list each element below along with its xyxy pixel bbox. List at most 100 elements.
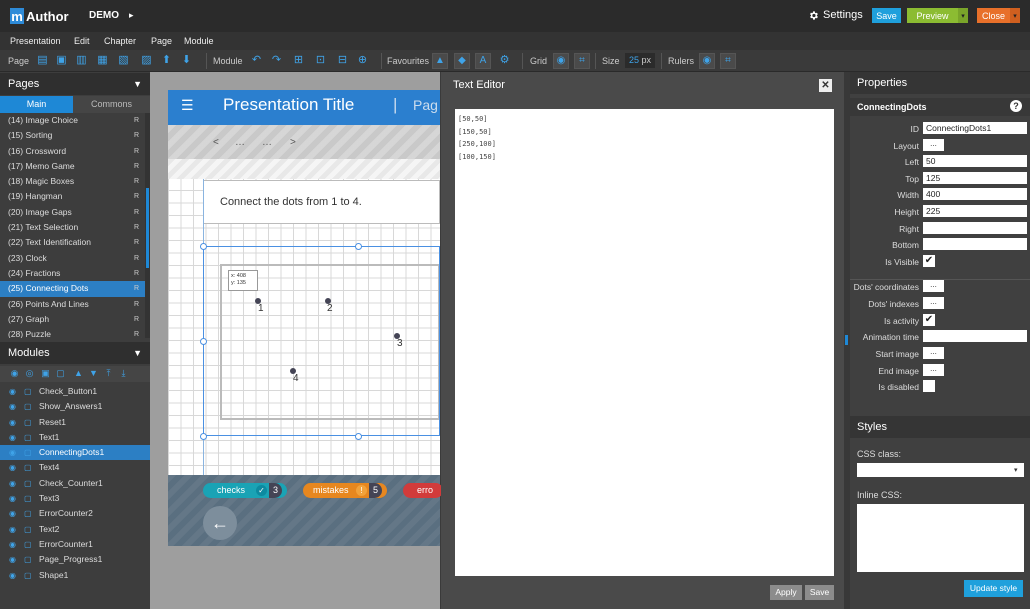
- page-item[interactable]: (18) Magic Boxes R: [0, 174, 145, 189]
- rulers-snap-icon[interactable]: ⌗: [720, 53, 736, 69]
- module-item[interactable]: ◉ ▢ Page_Progress1: [0, 552, 150, 567]
- is-activity-checkbox[interactable]: ✔: [923, 314, 935, 326]
- nav-prev-icon[interactable]: <: [213, 137, 219, 148]
- unlock-icon[interactable]: ▢: [24, 506, 32, 521]
- right-splitter-handle[interactable]: [845, 335, 848, 345]
- align-icon[interactable]: ⊞: [292, 54, 305, 67]
- eye-icon[interactable]: ◉: [9, 506, 16, 521]
- apply-button[interactable]: Apply: [770, 585, 802, 600]
- editor-save-button[interactable]: Save: [805, 585, 834, 600]
- preview-button[interactable]: Preview: [907, 8, 958, 23]
- resize-handle[interactable]: [200, 243, 207, 250]
- fav-text-icon[interactable]: A: [475, 53, 491, 69]
- dots-coordinates-button[interactable]: ...: [923, 280, 944, 292]
- paste-page-icon[interactable]: ▦: [96, 54, 109, 67]
- start-image-button[interactable]: ...: [923, 347, 944, 359]
- unlock-icon[interactable]: ▢: [24, 415, 32, 430]
- page-item[interactable]: (26) Points And Lines R: [0, 297, 145, 312]
- end-image-button[interactable]: ...: [923, 364, 944, 376]
- undo-icon[interactable]: ↶: [250, 54, 263, 67]
- unlock-icon[interactable]: ▢: [24, 384, 32, 399]
- page-item[interactable]: (14) Image Choice R: [0, 113, 145, 128]
- eye-icon[interactable]: ◉: [9, 445, 16, 460]
- pages-scrollbar-thumb[interactable]: [146, 188, 149, 268]
- menu-edit[interactable]: Edit: [74, 36, 90, 46]
- unlock-icon[interactable]: ▢: [24, 537, 32, 552]
- move-down-icon[interactable]: ▼: [88, 368, 99, 379]
- close-dropdown-icon[interactable]: ▾: [1010, 8, 1020, 23]
- tab-commons[interactable]: Commons: [73, 96, 150, 113]
- module-item[interactable]: ◉ ▢ Text1: [0, 430, 150, 445]
- modules-collapse-icon[interactable]: ▼: [133, 342, 142, 364]
- move-top-icon[interactable]: ⤒: [103, 368, 114, 379]
- page-item[interactable]: (22) Text Identification R: [0, 235, 145, 250]
- module-item[interactable]: ◉ ▢ ErrorCounter2: [0, 506, 150, 521]
- fav-shape-icon[interactable]: ◆: [454, 53, 470, 69]
- copy-page-icon[interactable]: ▥: [75, 54, 88, 67]
- css-class-select[interactable]: [857, 463, 1024, 477]
- page-item[interactable]: (25) Connecting Dots R: [0, 281, 145, 297]
- layout-button[interactable]: ...: [923, 139, 944, 151]
- eye-icon[interactable]: ◉: [9, 476, 16, 491]
- modules-header[interactable]: Modules ▼: [0, 342, 150, 364]
- grid-toggle-icon[interactable]: ◉: [553, 53, 569, 69]
- eye-icon[interactable]: ◉: [9, 430, 16, 445]
- resize-handle[interactable]: [355, 243, 362, 250]
- module-item[interactable]: ◉ ▢ Check_Button1: [0, 384, 150, 399]
- close-icon[interactable]: ✕: [819, 79, 832, 92]
- hide-all-icon[interactable]: ◎: [24, 368, 35, 379]
- page-settings-icon[interactable]: ▨: [140, 54, 153, 67]
- redo-icon[interactable]: ↷: [270, 54, 283, 67]
- id-field[interactable]: ConnectingDots1: [923, 122, 1027, 134]
- page-item[interactable]: (27) Graph R: [0, 312, 145, 327]
- unlock-icon[interactable]: ▢: [24, 522, 32, 537]
- add-module-icon[interactable]: ⊕: [356, 54, 369, 67]
- unlock-icon[interactable]: ▢: [24, 460, 32, 475]
- eye-icon[interactable]: ◉: [9, 522, 16, 537]
- unlock-all-icon[interactable]: ▢: [55, 368, 66, 379]
- page-item[interactable]: (20) Image Gaps R: [0, 205, 145, 220]
- menu-presentation[interactable]: Presentation: [10, 36, 61, 46]
- resize-handle[interactable]: [200, 433, 207, 440]
- show-all-icon[interactable]: ◉: [9, 368, 20, 379]
- is-disabled-checkbox[interactable]: [923, 380, 935, 392]
- eye-icon[interactable]: ◉: [9, 384, 16, 399]
- is-visible-checkbox[interactable]: ✔: [923, 255, 935, 267]
- page-item[interactable]: (15) Sorting R: [0, 128, 145, 143]
- module-item[interactable]: ◉ ▢ Show_Answers1: [0, 399, 150, 414]
- chevron-down-icon[interactable]: ▾: [1014, 466, 1018, 474]
- move-up-icon[interactable]: ▲: [73, 368, 84, 379]
- tab-main[interactable]: Main: [0, 96, 73, 113]
- fav-settings-icon[interactable]: ⚙: [498, 54, 511, 67]
- unlock-icon[interactable]: ▢: [24, 445, 32, 460]
- module-item[interactable]: ◉ ▢ Reset1: [0, 415, 150, 430]
- module-item[interactable]: ◉ ▢ Text4: [0, 460, 150, 475]
- module-item[interactable]: ◉ ▢ ErrorCounter1: [0, 537, 150, 552]
- animation-time-field[interactable]: [923, 330, 1027, 342]
- page-item[interactable]: (16) Crossword R: [0, 144, 145, 159]
- module-item[interactable]: ◉ ▢ ConnectingDots1: [0, 445, 150, 461]
- page-item[interactable]: (17) Memo Game R: [0, 159, 145, 174]
- move-up-icon[interactable]: ⬆: [160, 54, 173, 67]
- page-item[interactable]: (19) Hangman R: [0, 189, 145, 204]
- save-button[interactable]: Save: [872, 8, 901, 23]
- unlock-icon[interactable]: ▢: [24, 430, 32, 445]
- move-bottom-icon[interactable]: ⤓: [118, 368, 129, 379]
- menu-module[interactable]: Module: [184, 36, 214, 46]
- group-icon[interactable]: ⊡: [314, 54, 327, 67]
- page-item[interactable]: (28) Puzzle R: [0, 327, 145, 338]
- delete-page-icon[interactable]: ▧: [117, 54, 130, 67]
- project-name[interactable]: DEMO: [89, 10, 119, 21]
- dots-indexes-button[interactable]: ...: [923, 297, 944, 309]
- eye-icon[interactable]: ◉: [9, 399, 16, 414]
- unlock-icon[interactable]: ▢: [24, 399, 32, 414]
- pages-header[interactable]: Pages ▼: [0, 73, 150, 95]
- settings-button[interactable]: Settings: [808, 9, 863, 21]
- add-page-icon[interactable]: ▤: [36, 54, 49, 67]
- menu-chapter[interactable]: Chapter: [104, 36, 136, 46]
- eye-icon[interactable]: ◉: [9, 568, 16, 583]
- rulers-toggle-icon[interactable]: ◉: [699, 53, 715, 69]
- inline-css-textarea[interactable]: [857, 504, 1024, 572]
- eye-icon[interactable]: ◉: [9, 460, 16, 475]
- unlock-icon[interactable]: ▢: [24, 476, 32, 491]
